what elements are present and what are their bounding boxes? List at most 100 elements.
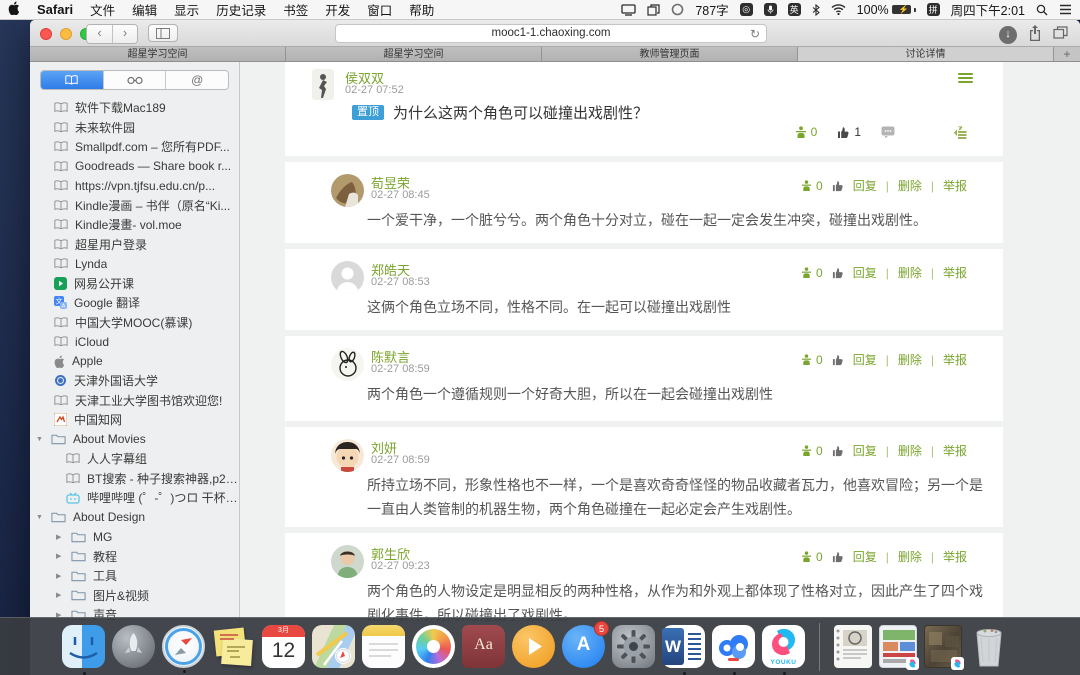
bookmark-item[interactable]: 中国知网 [30,410,239,430]
finder-icon[interactable] [62,625,105,668]
bookmark-item[interactable]: Lynda [30,254,239,274]
delete-link[interactable]: 删除 [898,548,922,565]
report-link[interactable]: 举报 [943,177,967,194]
system-preferences-icon[interactable] [612,625,655,668]
tab-teacher-admin[interactable]: 教师管理页面 [542,47,798,61]
input-english-icon[interactable]: 英 [788,3,801,16]
menu-item-safari[interactable]: Safari [37,2,73,17]
reload-icon[interactable]: ↻ [750,26,760,43]
downloads-button[interactable]: ↓ [999,26,1017,44]
like-button[interactable] [832,267,844,279]
forward-button[interactable]: › [112,25,137,43]
app-store-icon[interactable]: A 5 [562,625,605,668]
screen-mirroring-icon[interactable] [621,4,636,16]
bookmark-item[interactable]: Smallpdf.com – 您所有PDF... [30,137,239,157]
safari-icon[interactable] [162,625,205,668]
bookmark-item[interactable]: 网易公开课 [30,274,239,294]
report-link[interactable]: 举报 [943,264,967,281]
delete-link[interactable]: 删除 [898,351,922,368]
menu-item-bookmarks[interactable]: 书签 [283,0,308,19]
report-link[interactable]: 举报 [943,442,967,459]
report-link[interactable]: 举报 [943,548,967,565]
tab-chaoxing-space-2[interactable]: 超星学习空间 [286,47,542,61]
bookmark-item[interactable]: 中国大学MOOC(慕课) [30,313,239,333]
disclosure-open-icon[interactable]: ▼ [36,514,44,521]
comment-button[interactable] [881,126,895,138]
bookmark-item[interactable]: 超星用户登录 [30,235,239,255]
media-player-icon[interactable] [512,625,555,668]
menu-item-develop[interactable]: 开发 [325,0,350,19]
trash-icon[interactable] [969,625,1009,668]
like-button[interactable] [832,551,844,563]
bookmark-subfolder[interactable]: ▶教程 [30,547,239,567]
disclosure-open-icon[interactable]: ▼ [36,436,44,443]
input-pinyin-icon[interactable]: 拼 [927,3,940,16]
reading-list-segment[interactable] [103,71,166,89]
menu-item-view[interactable]: 显示 [174,0,199,19]
windows-stack-icon[interactable] [647,4,660,16]
share-button[interactable] [1028,24,1042,46]
tab-overview-button[interactable] [1053,26,1068,44]
baidu-netdisk-icon[interactable] [712,625,755,668]
address-bar[interactable]: mooc1-1.chaoxing.com ↻ [335,24,767,43]
stickies-icon[interactable] [212,625,255,668]
disclosure-closed-icon[interactable]: ▶ [56,552,64,560]
bookmarks-segment[interactable] [41,71,103,89]
bookmark-item[interactable]: 文AGoogle 翻译 [30,293,239,313]
bookmark-subfolder[interactable]: ▶图片&视频 [30,586,239,606]
bookmark-item[interactable]: 未来软件园 [30,118,239,138]
bookmark-item[interactable]: 人人字幕组 [30,449,239,469]
bookmark-subfolder[interactable]: ▶工具 [30,566,239,586]
notification-center-icon[interactable] [1059,4,1072,15]
document-file-icon[interactable] [834,625,872,668]
tab-chaoxing-space-1[interactable]: 超星学习空间 [30,47,286,61]
launchpad-icon[interactable] [112,625,155,668]
photos-icon[interactable] [412,625,455,668]
reply-link[interactable]: 回复 [853,548,877,565]
menu-item-window[interactable]: 窗口 [367,0,392,19]
youku-icon[interactable]: YOUKU [762,625,805,668]
bookmark-item[interactable]: BT搜索 - 种子搜索神器,p2p... [30,469,239,489]
forward-button[interactable] [953,126,967,139]
bookmark-item[interactable]: 天津工业大学图书馆欢迎您! [30,391,239,411]
dictionary-icon[interactable]: Aa [462,625,505,668]
menu-item-file[interactable]: 文件 [90,0,115,19]
notes-icon[interactable] [362,625,405,668]
delete-link[interactable]: 删除 [898,177,922,194]
like-button[interactable] [832,180,844,192]
bookmark-item[interactable]: Apple [30,352,239,372]
bookmark-item[interactable]: Goodreads — Share book r... [30,157,239,177]
bookmark-item[interactable]: 天津外国语大学 [30,371,239,391]
post-menu-icon[interactable] [958,73,973,85]
input-source-icon[interactable]: ◎ [740,3,753,16]
bookmark-item[interactable]: 软件下载Mac189 [30,98,239,118]
like-button[interactable] [832,354,844,366]
bookmark-folder[interactable]: ▼About Design [30,508,239,528]
reply-link[interactable]: 回复 [853,264,877,281]
menu-item-history[interactable]: 历史记录 [216,0,266,19]
bookmark-item[interactable]: iCloud [30,332,239,352]
youku-folder-stack-2[interactable] [924,625,962,668]
bookmark-subfolder[interactable]: ▶MG [30,527,239,547]
report-link[interactable]: 举报 [943,351,967,368]
wifi-icon[interactable] [831,4,846,15]
battery-indicator[interactable]: 100% ⚡ [857,3,916,17]
back-button[interactable]: ‹ [87,25,112,43]
reply-link[interactable]: 回复 [853,351,877,368]
menu-item-help[interactable]: 帮助 [409,0,434,19]
bluetooth-icon[interactable] [812,4,820,16]
youku-folder-stack-1[interactable] [879,625,917,668]
tab-discussion-detail[interactable]: 讨论详情 [798,47,1054,61]
disclosure-closed-icon[interactable]: ▶ [56,533,64,541]
spotlight-search-icon[interactable] [1036,4,1048,16]
creative-cloud-icon[interactable] [671,3,684,16]
delete-link[interactable]: 删除 [898,264,922,281]
word-icon[interactable]: W [662,625,705,668]
menu-item-edit[interactable]: 编辑 [132,0,157,19]
calendar-icon[interactable]: 3月 12 [262,625,305,668]
disclosure-closed-icon[interactable]: ▶ [56,591,64,599]
bookmark-item[interactable]: Kindle漫画 – 书伴（原名“Ki... [30,196,239,216]
post-title[interactable]: 为什么这两个角色可以碰撞出戏剧性？ [393,102,648,123]
reply-link[interactable]: 回复 [853,177,877,194]
bookmark-item[interactable]: Kindle漫畫- vol.moe [30,215,239,235]
